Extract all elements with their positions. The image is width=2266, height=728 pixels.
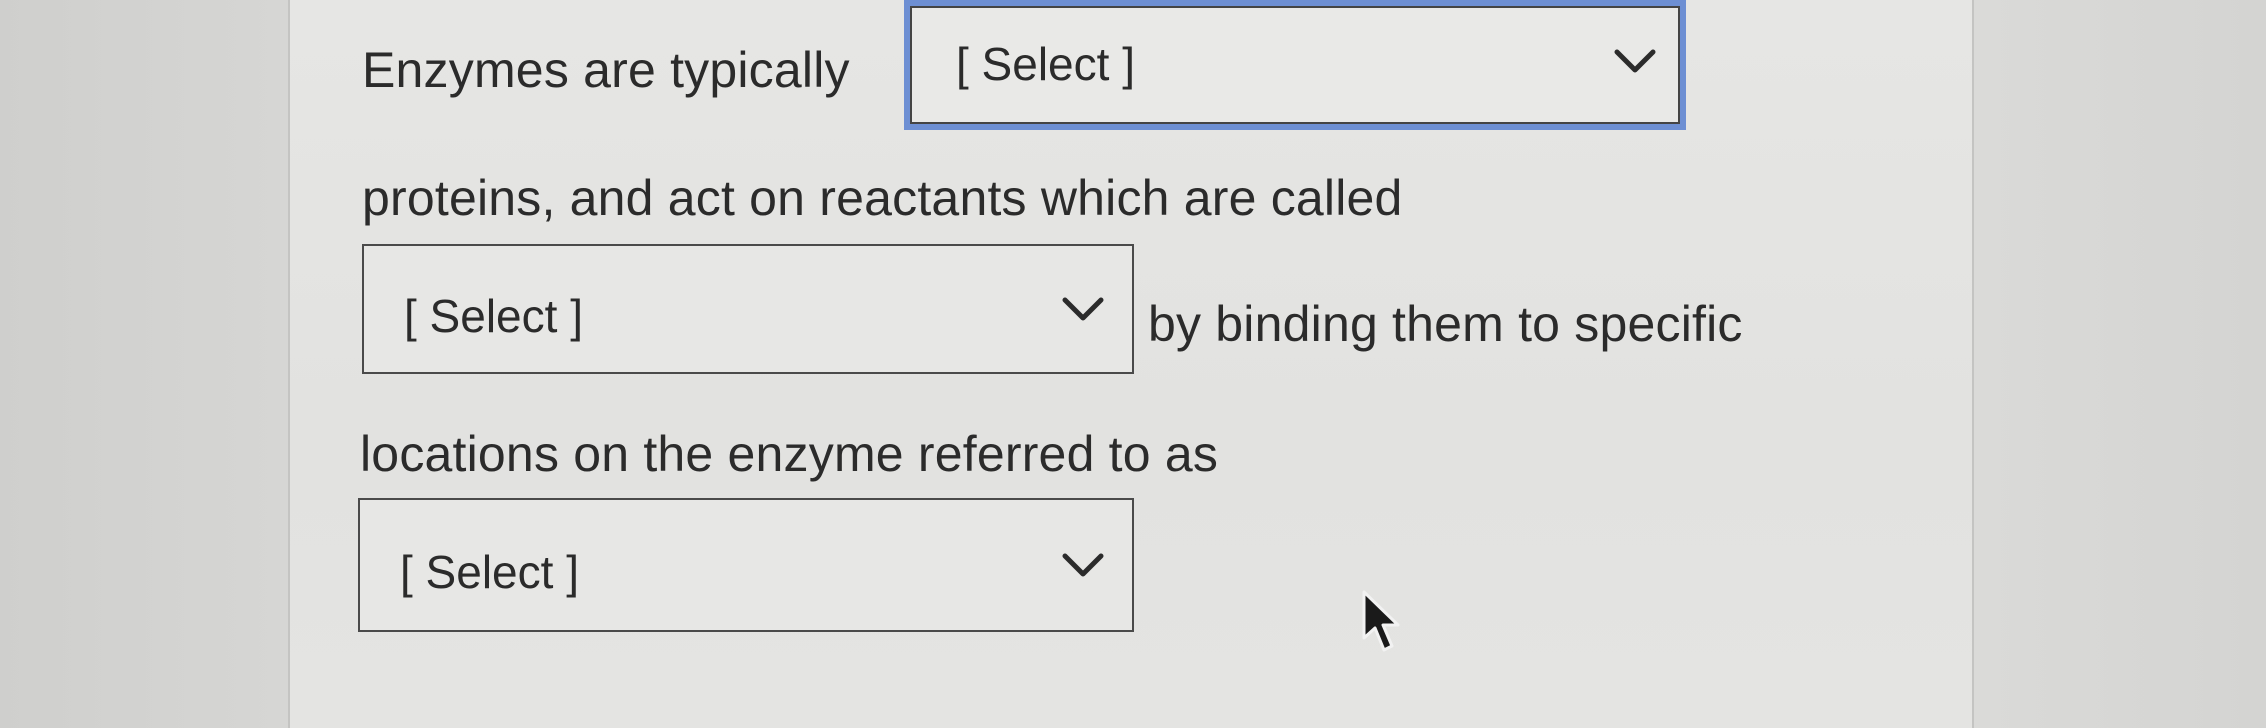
question-text-line-2: proteins, and act on reactants which are… xyxy=(362,170,1403,226)
question-text-line-4: locations on the enzyme referred to as xyxy=(360,426,1219,482)
dropdown-1[interactable]: [ Select ] xyxy=(904,0,1686,130)
page-background-right xyxy=(1974,0,2266,728)
dropdown-1-value: [ Select ] xyxy=(956,38,1135,90)
dropdown-2[interactable]: [ Select ] xyxy=(362,244,1134,374)
page-background-left xyxy=(0,0,288,728)
question-text-line-1: Enzymes are typically xyxy=(362,42,850,98)
chevron-down-icon xyxy=(1612,46,1658,76)
dropdown-3[interactable]: [ Select ] xyxy=(358,498,1134,632)
dropdown-2-value: [ Select ] xyxy=(404,290,583,342)
chevron-down-icon xyxy=(1060,550,1106,580)
question-text-line-3: by binding them to specific xyxy=(1148,296,1743,352)
mouse-cursor-icon xyxy=(1362,590,1406,654)
chevron-down-icon xyxy=(1060,294,1106,324)
dropdown-3-value: [ Select ] xyxy=(400,546,579,598)
